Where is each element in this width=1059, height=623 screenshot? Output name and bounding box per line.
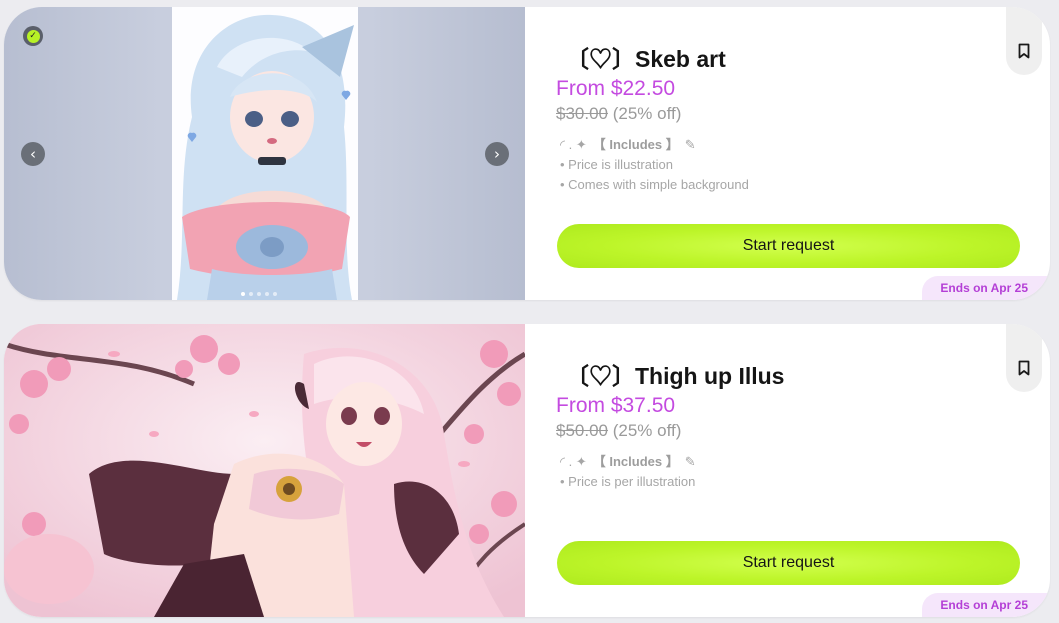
sparkle-decoration: ◜ . ✦ [560,454,587,469]
listing-image-carousel[interactable]: ✓ ‹ › [4,7,525,300]
start-request-button[interactable]: Start request [557,541,1020,585]
listing-price: From $37.50 [556,394,676,417]
listing-title[interactable]: 〔♡〕Skeb art [566,40,726,74]
includes-heading: ◜ . ✦ 【 Includes 】 ✎ [560,135,749,155]
description-bullet: Price is illustration [560,155,749,175]
carousel-dot[interactable] [241,292,245,296]
listing-artwork[interactable] [172,7,358,300]
listings-page: ✓ ‹ › 〔♡〕Skeb art From $22.50 $30.00 (25… [0,0,1059,623]
chevron-right-icon: › [494,144,500,163]
listing-original-price: $30.00 (25% off) [556,104,681,124]
ends-on-badge: Ends on Apr 25 [922,593,1050,617]
anime-girl-illustration [4,324,525,617]
bookmark-icon [1018,43,1030,59]
carousel-dot[interactable] [265,292,269,296]
listing-image[interactable] [4,324,525,617]
bookmark-button[interactable] [1006,7,1042,75]
includes-label: 【 Includes 】 [592,137,679,152]
carousel-next-button[interactable]: › [485,142,509,166]
listing-title[interactable]: 〔♡〕Thigh up Illus [566,357,784,391]
start-request-button[interactable]: Start request [557,224,1020,268]
carousel-dot[interactable] [257,292,261,296]
description-bullet: Price is per illustration [560,472,696,492]
original-price-value: $30.00 [556,104,608,123]
bookmark-icon [1018,360,1030,376]
discount-label: (25% off) [612,421,682,440]
carousel-dot[interactable] [249,292,253,296]
listing-original-price: $50.00 (25% off) [556,421,681,441]
pencil-icon: ✎ [684,137,696,152]
listing-card: ✓ ‹ › 〔♡〕Skeb art From $22.50 $30.00 (25… [4,7,1050,300]
includes-label: 【 Includes 】 [592,454,679,469]
verified-badge: ✓ [23,26,43,46]
discount-label: (25% off) [612,104,682,123]
verified-check-icon: ✓ [26,29,40,43]
listing-card: 〔♡〕Thigh up Illus From $37.50 $50.00 (25… [4,324,1050,617]
carousel-prev-button[interactable]: ‹ [21,142,45,166]
ends-on-badge: Ends on Apr 25 [922,276,1050,300]
includes-heading: ◜ . ✦ 【 Includes 】 ✎ [560,452,696,472]
listing-description: ◜ . ✦ 【 Includes 】 ✎ Price is per illust… [560,452,696,492]
chevron-left-icon: ‹ [30,144,36,163]
description-bullet: Comes with simple background [560,175,749,195]
pencil-icon: ✎ [684,454,696,469]
original-price-value: $50.00 [556,421,608,440]
bookmark-button[interactable] [1006,324,1042,392]
listing-description: ◜ . ✦ 【 Includes 】 ✎ Price is illustrati… [560,135,749,195]
carousel-dot[interactable] [273,292,277,296]
carousel-dots [241,292,277,296]
sparkle-decoration: ◜ . ✦ [560,137,587,152]
anime-girl-illustration [172,7,358,300]
listing-price: From $22.50 [556,77,676,100]
